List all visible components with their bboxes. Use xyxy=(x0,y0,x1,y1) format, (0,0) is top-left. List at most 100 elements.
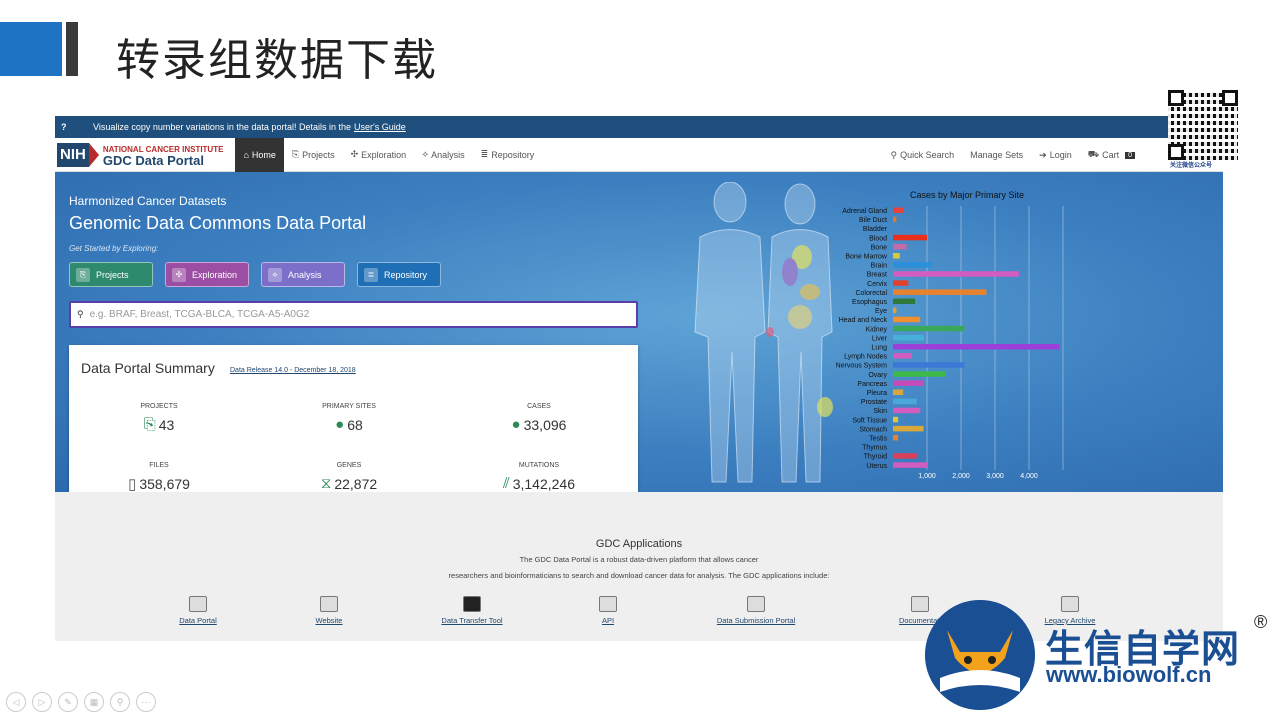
gdc-portal-window: ? Visualize copy number variations in th… xyxy=(55,116,1223,641)
slide-accent-bar xyxy=(0,22,62,76)
chart-bar xyxy=(893,262,933,268)
nav-analysis[interactable]: ⟡ Analysis xyxy=(414,138,472,172)
next-icon[interactable]: ▷ xyxy=(32,692,52,712)
chart-category-label: Blood xyxy=(869,235,887,242)
chart-bar xyxy=(893,462,927,468)
chart-bar xyxy=(893,435,899,441)
gdc-logo[interactable]: NIH NATIONAL CANCER INSTITUTE GDC Data P… xyxy=(57,142,223,167)
nav-cart[interactable]: ⛟ Cart 0 xyxy=(1080,138,1143,172)
document-icon xyxy=(911,596,929,612)
projects-icon: ⎘ xyxy=(291,149,300,159)
chart-bar xyxy=(893,380,924,386)
app-data-portal[interactable]: Data Portal xyxy=(143,596,253,625)
chart-bar xyxy=(893,407,921,414)
app-data-submission-portal[interactable]: Data Submission Portal xyxy=(701,596,811,625)
app-api[interactable]: API xyxy=(553,596,663,625)
nav-home[interactable]: ⌂ Home xyxy=(235,137,284,172)
users-guide-link[interactable]: User's Guide xyxy=(354,122,406,132)
chart-bar xyxy=(893,307,897,314)
chart-category-label: Head and Neck xyxy=(839,317,888,324)
chart-bar xyxy=(893,243,907,250)
chart-category-label: Testis xyxy=(869,436,887,443)
biowolf-logo xyxy=(925,600,1035,710)
apps-desc-1: The GDC Data Portal is a robust data-dri… xyxy=(519,555,759,564)
website-icon xyxy=(320,596,338,612)
analysis-icon: ⟡ xyxy=(422,149,429,159)
hero-banner: Harmonized Cancer Datasets Genomic Data … xyxy=(55,172,1223,510)
chart-category-label: Bile Duct xyxy=(859,217,887,224)
chart-bar xyxy=(893,298,916,304)
chart-category-label: Cervix xyxy=(867,281,887,288)
chart-category-label: Thyroid xyxy=(864,454,887,461)
chart-category-label: Adrenal Gland xyxy=(842,208,887,215)
chart-bar xyxy=(893,344,1060,350)
chart-category-label: Bone xyxy=(871,244,887,251)
chart-xtick-label: 3,000 xyxy=(986,473,1004,480)
nih-logo: NIH xyxy=(57,142,89,167)
help-icon: ? xyxy=(61,122,67,132)
chart-bar xyxy=(893,416,899,423)
nav-exploration[interactable]: ✣ Exploration xyxy=(343,138,415,172)
chart-category-label: Ovary xyxy=(868,372,887,379)
cart-badge: 0 xyxy=(1125,151,1135,159)
chart-bar xyxy=(893,253,900,259)
qr-caption: 关注微信公众号 xyxy=(1170,163,1213,169)
app-data-transfer-tool[interactable]: Data Transfer Tool xyxy=(417,596,527,625)
announcement-bar: ? Visualize copy number variations in th… xyxy=(55,116,1223,138)
chart-bar xyxy=(893,362,965,368)
chart-category-label: Lymph Nodes xyxy=(844,354,887,361)
api-icon xyxy=(599,596,617,612)
nih-arrow-icon xyxy=(88,142,99,167)
chart-category-label: Thymus xyxy=(862,445,887,452)
nav-manage-sets[interactable]: Manage Sets xyxy=(962,138,1031,172)
chart-category-label: Colorectal xyxy=(855,290,887,297)
slides-icon[interactable]: ▦ xyxy=(84,692,104,712)
nav-quick-search[interactable]: ⚲ Quick Search xyxy=(883,138,963,172)
data-portal-icon xyxy=(189,596,207,612)
chart-category-label: Pancreas xyxy=(857,381,887,388)
chart-xtick-label: 1,000 xyxy=(918,473,936,480)
slide-title: 转录组数据下载 xyxy=(116,35,438,86)
archive-icon xyxy=(1061,596,1079,612)
zoom-icon[interactable]: ⚲ xyxy=(110,692,130,712)
chart-bar xyxy=(893,280,909,286)
apps-desc-2: researchers and bioinformaticians to sea… xyxy=(448,571,830,580)
more-icon[interactable]: ⋯ xyxy=(136,692,156,712)
chart-category-label: Skin xyxy=(873,408,887,415)
login-icon: ➔ xyxy=(1039,149,1047,160)
registered-mark: ® xyxy=(1254,612,1268,632)
chart-category-label: Bone Marrow xyxy=(845,254,888,261)
nav-repository[interactable]: ≣ Repository xyxy=(473,138,543,172)
chart-category-label: Esophagus xyxy=(852,299,888,306)
prev-icon[interactable]: ◁ xyxy=(6,692,26,712)
chart-bar xyxy=(893,371,946,377)
repository-icon: ≣ xyxy=(480,149,489,159)
chart-category-label: Uterus xyxy=(866,463,887,470)
home-icon: ⌂ xyxy=(243,149,249,160)
apps-title: GDC Applications xyxy=(595,538,683,550)
chart-category-label: Lung xyxy=(871,345,887,352)
chart-category-label: Stomach xyxy=(859,426,887,433)
chart-xtick-label: 2,000 xyxy=(952,473,970,480)
chart-bar xyxy=(893,389,904,395)
pen-icon[interactable]: ✎ xyxy=(58,692,78,712)
nav-login[interactable]: ➔ Login xyxy=(1031,138,1080,172)
chart-category-label: Liver xyxy=(872,335,888,342)
chart-bar xyxy=(893,325,965,332)
chart-category-label: Nervous System xyxy=(836,363,888,370)
nav-projects[interactable]: ⎘ Projects xyxy=(284,138,343,172)
chart-bar xyxy=(893,425,924,432)
chart-category-label: Prostate xyxy=(861,399,887,406)
slide-controls: ◁ ▷ ✎ ▦ ⚲ ⋯ xyxy=(6,692,156,712)
app-website[interactable]: Website xyxy=(274,596,384,625)
submission-icon xyxy=(747,596,765,612)
terminal-icon xyxy=(463,596,481,612)
top-nav: NIH NATIONAL CANCER INSTITUTE GDC Data P… xyxy=(55,137,1223,172)
slide-accent-bar-dark xyxy=(66,22,78,76)
chart-bar xyxy=(893,453,917,459)
chart-bar xyxy=(893,234,927,241)
chart-category-label: Kidney xyxy=(866,326,888,333)
brand-url: www.biowolf.cn xyxy=(1046,662,1212,687)
chart-category-label: Breast xyxy=(867,272,887,279)
chart-bar xyxy=(893,353,912,359)
